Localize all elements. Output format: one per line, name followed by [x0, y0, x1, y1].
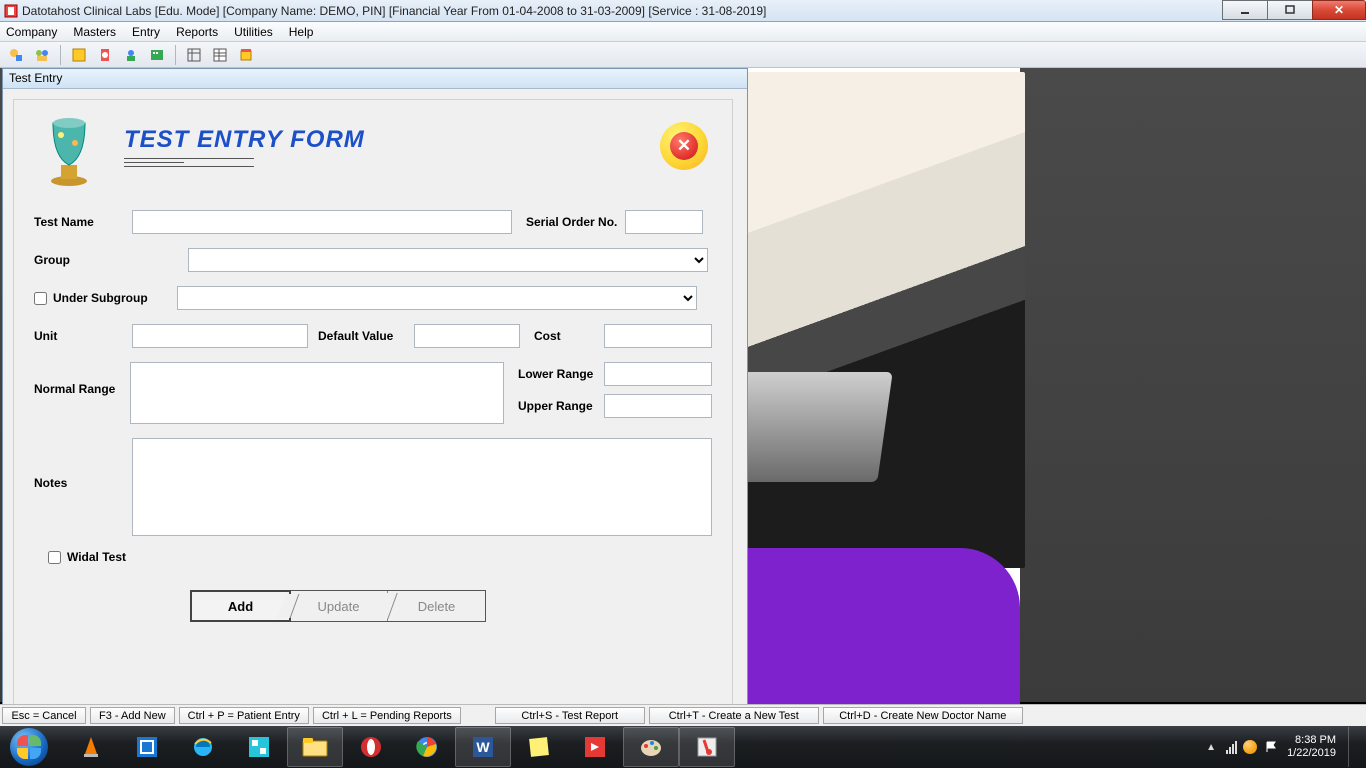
menu-masters[interactable]: Masters [73, 25, 116, 39]
taskbar-ie[interactable] [175, 727, 231, 767]
add-button[interactable]: Add [190, 590, 291, 622]
label-group: Group [34, 253, 132, 267]
label-serial: Serial Order No. [526, 215, 617, 229]
shortcut-ctrl-t[interactable]: Ctrl+T - Create a New Test [649, 707, 819, 724]
label-widal-test: Widal Test [67, 550, 126, 564]
taskbar-app-red[interactable] [567, 727, 623, 767]
flag-icon[interactable] [1265, 740, 1279, 754]
child-window-title: Test Entry [3, 69, 747, 89]
test-name-input[interactable] [132, 210, 512, 234]
cost-input[interactable] [604, 324, 712, 348]
tray-time: 8:38 PM [1287, 734, 1336, 747]
system-tray: ▲ 8:38 PM 1/22/2019 [1204, 727, 1366, 767]
show-desktop-button[interactable] [1348, 727, 1358, 767]
menu-entry[interactable]: Entry [132, 25, 160, 39]
label-upper-range: Upper Range [518, 399, 604, 413]
upper-range-input[interactable] [604, 394, 712, 418]
unit-input[interactable] [132, 324, 308, 348]
toolbar-icon-7[interactable] [184, 45, 204, 65]
test-entry-window: Test Entry TEST ENTRY FORM [2, 68, 748, 716]
tray-clock[interactable]: 8:38 PM 1/22/2019 [1287, 734, 1336, 760]
widal-test-checkbox[interactable] [48, 551, 61, 564]
trophy-icon [34, 112, 104, 192]
menu-help[interactable]: Help [289, 25, 314, 39]
label-notes: Notes [34, 438, 132, 490]
show-hidden-icons[interactable]: ▲ [1204, 740, 1218, 754]
label-test-name: Test Name [34, 215, 132, 229]
taskbar-opera[interactable] [343, 727, 399, 767]
toolbar-icon-6[interactable] [147, 45, 167, 65]
shortcut-bar: Esc = Cancel F3 - Add New Ctrl + P = Pat… [0, 704, 1366, 726]
tray-date: 1/22/2019 [1287, 747, 1336, 760]
svg-text:W: W [476, 739, 490, 755]
toolbar [0, 42, 1366, 68]
taskbar-vlc[interactable] [63, 727, 119, 767]
label-cost: Cost [534, 329, 576, 343]
mdi-client-area: ahost.com totahost.com 6 9922604472 Mana… [0, 68, 1366, 702]
start-button[interactable] [1, 727, 57, 767]
maximize-button[interactable] [1267, 0, 1313, 20]
notes-input[interactable] [132, 438, 712, 536]
taskbar-current-app[interactable] [679, 727, 735, 767]
update-button[interactable]: Update [290, 591, 388, 621]
title-underline [124, 158, 365, 167]
shortcut-ctrl-d[interactable]: Ctrl+D - Create New Doctor Name [823, 707, 1023, 724]
app-icon [4, 4, 18, 18]
taskbar-app-cyan[interactable] [231, 727, 287, 767]
toolbar-icon-1[interactable] [6, 45, 26, 65]
label-lower-range: Lower Range [518, 367, 604, 381]
lower-range-input[interactable] [604, 362, 712, 386]
taskbar-explorer[interactable] [287, 727, 343, 767]
antivirus-icon[interactable] [1243, 740, 1257, 754]
shortcut-ctrl-s[interactable]: Ctrl+S - Test Report [495, 707, 645, 724]
label-default-value: Default Value [318, 329, 406, 343]
shortcut-f3[interactable]: F3 - Add New [90, 707, 175, 724]
form-close-button[interactable]: ✕ [660, 122, 708, 170]
under-subgroup-checkbox[interactable] [34, 292, 47, 305]
menu-company[interactable]: Company [6, 25, 57, 39]
label-normal-range: Normal Range [34, 362, 130, 396]
button-bar: Add Update Delete [190, 590, 486, 622]
taskbar-notes[interactable] [511, 727, 567, 767]
subgroup-select[interactable] [177, 286, 697, 310]
taskbar: W ▲ 8:38 PM 1/22/2019 [0, 726, 1366, 768]
taskbar-chrome[interactable] [399, 727, 455, 767]
close-icon: ✕ [670, 132, 698, 160]
toolbar-icon-4[interactable] [95, 45, 115, 65]
delete-button[interactable]: Delete [388, 591, 485, 621]
toolbar-icon-9[interactable] [236, 45, 256, 65]
shortcut-ctrl-l[interactable]: Ctrl + L = Pending Reports [313, 707, 461, 724]
network-icon[interactable] [1226, 740, 1237, 754]
close-button[interactable]: ✕ [1312, 0, 1366, 20]
shortcut-ctrl-p[interactable]: Ctrl + P = Patient Entry [179, 707, 309, 724]
shortcut-esc[interactable]: Esc = Cancel [2, 707, 86, 724]
menu-utilities[interactable]: Utilities [234, 25, 273, 39]
taskbar-word[interactable]: W [455, 727, 511, 767]
toolbar-icon-5[interactable] [121, 45, 141, 65]
window-titlebar: Datotahost Clinical Labs [Edu. Mode] [Co… [0, 0, 1366, 22]
toolbar-icon-8[interactable] [210, 45, 230, 65]
toolbar-icon-3[interactable] [69, 45, 89, 65]
serial-input[interactable] [625, 210, 703, 234]
form-panel: TEST ENTRY FORM ✕ Test Name Serial Order… [13, 99, 733, 707]
taskbar-app-blue[interactable] [119, 727, 175, 767]
menu-reports[interactable]: Reports [176, 25, 218, 39]
label-under-subgroup: Under Subgroup [53, 291, 177, 305]
taskbar-paint[interactable] [623, 727, 679, 767]
toolbar-separator [60, 45, 61, 65]
minimize-button[interactable] [1222, 0, 1268, 20]
window-title: Datotahost Clinical Labs [Edu. Mode] [Co… [22, 4, 766, 18]
toolbar-icon-2[interactable] [32, 45, 52, 65]
normal-range-input[interactable] [130, 362, 504, 424]
form-title: TEST ENTRY FORM [124, 126, 365, 154]
default-value-input[interactable] [414, 324, 520, 348]
menu-bar: Company Masters Entry Reports Utilities … [0, 22, 1366, 42]
toolbar-separator [175, 45, 176, 65]
group-select[interactable] [188, 248, 708, 272]
label-unit: Unit [34, 329, 132, 343]
